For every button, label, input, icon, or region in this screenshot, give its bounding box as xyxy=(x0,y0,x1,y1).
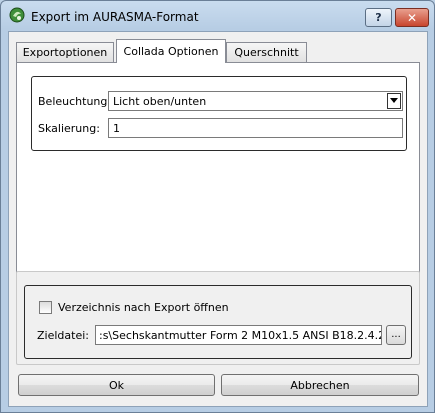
tab-collada-optionen[interactable]: Collada Optionen xyxy=(116,39,226,63)
tab-exportoptionen[interactable]: Exportoptionen xyxy=(16,42,114,62)
collada-options-group: Beleuchtung: Licht oben/unten Skalierung… xyxy=(31,76,407,151)
app-icon xyxy=(9,7,25,23)
help-icon: ? xyxy=(375,11,382,24)
title-bar[interactable]: Export im AURASMA-Format ? ✕ xyxy=(1,1,434,31)
collada-options-panel: Beleuchtung: Licht oben/unten Skalierung… xyxy=(16,62,420,289)
browse-button[interactable]: ... xyxy=(386,325,406,345)
cancel-button[interactable]: Abbrechen xyxy=(221,374,419,396)
dialog-body: Exportoptionen Collada Optionen Querschn… xyxy=(8,31,428,407)
help-button[interactable]: ? xyxy=(365,8,392,27)
scale-input[interactable]: 1 xyxy=(108,118,403,138)
close-icon: ✕ xyxy=(406,10,418,25)
lighting-value: Licht oben/unten xyxy=(113,95,207,108)
ok-button-label: Ok xyxy=(108,378,125,392)
close-button[interactable]: ✕ xyxy=(395,8,429,27)
tab-label: Collada Optionen xyxy=(123,45,219,58)
target-file-value: :s\Sechskantmutter Form 2 M10x1.5 ANSI B… xyxy=(99,329,381,342)
tab-label: Querschnitt xyxy=(234,46,299,59)
ok-button[interactable]: Ok xyxy=(18,374,215,396)
open-directory-label[interactable]: Verzeichnis nach Export öffnen xyxy=(58,301,229,314)
target-file-label: Zieldatei: xyxy=(37,329,89,342)
lighting-select[interactable]: Licht oben/unten xyxy=(108,91,403,111)
tab-querschnitt[interactable]: Querschnitt xyxy=(226,42,307,62)
target-file-input[interactable]: :s\Sechskantmutter Form 2 M10x1.5 ANSI B… xyxy=(95,325,382,345)
tab-label: Exportoptionen xyxy=(22,46,108,59)
export-settings-panel: Verzeichnis nach Export öffnen Zieldatei… xyxy=(16,271,420,365)
scale-label: Skalierung: xyxy=(38,122,100,135)
lighting-label: Beleuchtung: xyxy=(38,95,112,108)
cancel-button-label: Abbrechen xyxy=(290,378,350,392)
export-settings-group: Verzeichnis nach Export öffnen Zieldatei… xyxy=(24,285,412,359)
chevron-down-icon[interactable] xyxy=(387,93,401,109)
scale-value: 1 xyxy=(113,122,120,135)
window-title: Export im AURASMA-Format xyxy=(31,10,199,24)
open-directory-checkbox[interactable] xyxy=(39,301,52,314)
export-dialog: Export im AURASMA-Format ? ✕ Exportoptio… xyxy=(0,0,435,413)
ellipsis-icon: ... xyxy=(391,329,401,340)
